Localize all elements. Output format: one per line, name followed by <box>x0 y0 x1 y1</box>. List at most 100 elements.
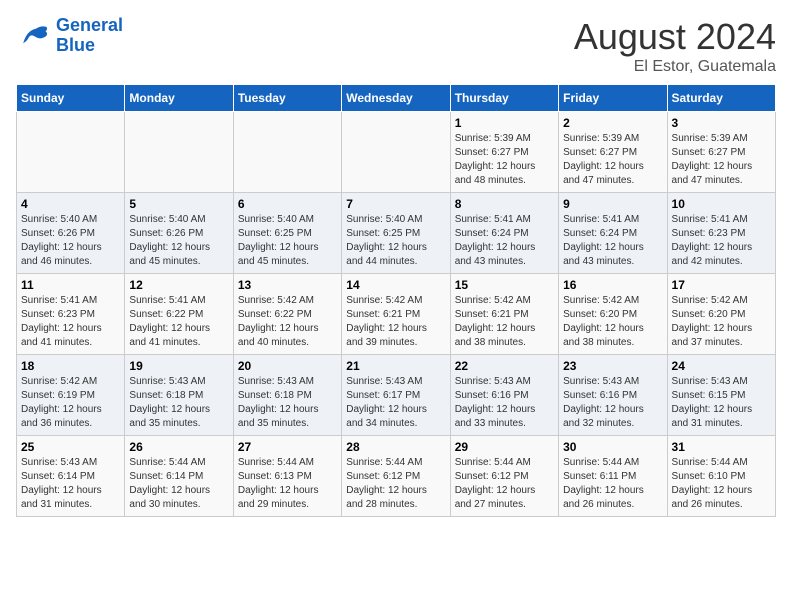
logo-bird-icon <box>16 18 52 54</box>
calendar-cell: 16Sunrise: 5:42 AM Sunset: 6:20 PM Dayli… <box>559 274 667 355</box>
calendar-cell: 26Sunrise: 5:44 AM Sunset: 6:14 PM Dayli… <box>125 436 233 517</box>
day-number: 24 <box>672 359 771 373</box>
day-info: Sunrise: 5:43 AM Sunset: 6:18 PM Dayligh… <box>238 375 337 431</box>
calendar-cell: 30Sunrise: 5:44 AM Sunset: 6:11 PM Dayli… <box>559 436 667 517</box>
day-info: Sunrise: 5:43 AM Sunset: 6:16 PM Dayligh… <box>563 375 662 431</box>
day-number: 6 <box>238 197 337 211</box>
header: General Blue August 2024 El Estor, Guate… <box>16 16 776 76</box>
weekday-header-sunday: Sunday <box>17 85 125 112</box>
day-number: 23 <box>563 359 662 373</box>
day-number: 29 <box>455 440 554 454</box>
day-number: 27 <box>238 440 337 454</box>
day-info: Sunrise: 5:41 AM Sunset: 6:23 PM Dayligh… <box>672 213 771 269</box>
calendar-cell: 28Sunrise: 5:44 AM Sunset: 6:12 PM Dayli… <box>342 436 450 517</box>
day-info: Sunrise: 5:44 AM Sunset: 6:13 PM Dayligh… <box>238 456 337 512</box>
day-info: Sunrise: 5:41 AM Sunset: 6:24 PM Dayligh… <box>455 213 554 269</box>
calendar-cell: 18Sunrise: 5:42 AM Sunset: 6:19 PM Dayli… <box>17 355 125 436</box>
day-number: 5 <box>129 197 228 211</box>
calendar-cell: 10Sunrise: 5:41 AM Sunset: 6:23 PM Dayli… <box>667 193 775 274</box>
weekday-header-thursday: Thursday <box>450 85 558 112</box>
logo-text: General Blue <box>56 16 123 56</box>
logo-line1: General <box>56 15 123 35</box>
day-info: Sunrise: 5:42 AM Sunset: 6:19 PM Dayligh… <box>21 375 120 431</box>
calendar-week-row: 4 Sunrise: 5:40 AM Sunset: 6:26 PM Daylig… <box>17 193 776 274</box>
day-number: 14 <box>346 278 445 292</box>
calendar-cell: 29 Sunrise: 5:44 AM Sunset: 6:12 PM Dayli… <box>450 436 558 517</box>
weekday-header-tuesday: Tuesday <box>233 85 341 112</box>
calendar-cell: 8 Sunrise: 5:41 AM Sunset: 6:24 PM Daylig… <box>450 193 558 274</box>
day-info: Sunrise: 5:44 AM Sunset: 6:12 PM Dayligh… <box>455 456 554 512</box>
calendar-week-row: 1Sunrise: 5:39 AM Sunset: 6:27 PM Daylig… <box>17 112 776 193</box>
day-info: Sunrise: 5:43 AM Sunset: 6:16 PM Dayligh… <box>455 375 554 431</box>
day-number: 19 <box>129 359 228 373</box>
calendar-week-row: 25Sunrise: 5:43 AM Sunset: 6:14 PM Dayli… <box>17 436 776 517</box>
calendar-cell: 25Sunrise: 5:43 AM Sunset: 6:14 PM Dayli… <box>17 436 125 517</box>
day-number: 2 <box>563 116 662 130</box>
calendar-cell: 27 Sunrise: 5:44 AM Sunset: 6:13 PM Dayli… <box>233 436 341 517</box>
calendar-cell: 11Sunrise: 5:41 AM Sunset: 6:23 PM Dayli… <box>17 274 125 355</box>
day-info: Sunrise: 5:40 AM Sunset: 6:25 PM Dayligh… <box>346 213 445 269</box>
calendar-cell: 24 Sunrise: 5:43 AM Sunset: 6:15 PM Dayli… <box>667 355 775 436</box>
title-area: August 2024 El Estor, Guatemala <box>574 16 776 76</box>
calendar-cell: 1Sunrise: 5:39 AM Sunset: 6:27 PM Daylig… <box>450 112 558 193</box>
calendar-cell: 14Sunrise: 5:42 AM Sunset: 6:21 PM Dayli… <box>342 274 450 355</box>
calendar-cell <box>233 112 341 193</box>
day-number: 13 <box>238 278 337 292</box>
calendar-cell: 5 Sunrise: 5:40 AM Sunset: 6:26 PM Daylig… <box>125 193 233 274</box>
day-info: Sunrise: 5:44 AM Sunset: 6:12 PM Dayligh… <box>346 456 445 512</box>
calendar-title: August 2024 <box>574 16 776 58</box>
weekday-header-wednesday: Wednesday <box>342 85 450 112</box>
day-info: Sunrise: 5:39 AM Sunset: 6:27 PM Dayligh… <box>455 132 554 188</box>
day-number: 20 <box>238 359 337 373</box>
logo-line2: Blue <box>56 35 95 55</box>
calendar-cell: 13 Sunrise: 5:42 AM Sunset: 6:22 PM Dayli… <box>233 274 341 355</box>
calendar-cell: 9 Sunrise: 5:41 AM Sunset: 6:24 PM Daylig… <box>559 193 667 274</box>
calendar-cell: 21 Sunrise: 5:43 AM Sunset: 6:17 PM Dayli… <box>342 355 450 436</box>
calendar-cell <box>17 112 125 193</box>
calendar-cell: 31Sunrise: 5:44 AM Sunset: 6:10 PM Dayli… <box>667 436 775 517</box>
calendar-cell: 19 Sunrise: 5:43 AM Sunset: 6:18 PM Dayli… <box>125 355 233 436</box>
day-number: 9 <box>563 197 662 211</box>
day-info: Sunrise: 5:39 AM Sunset: 6:27 PM Dayligh… <box>672 132 771 188</box>
day-info: Sunrise: 5:40 AM Sunset: 6:26 PM Dayligh… <box>129 213 228 269</box>
day-number: 22 <box>455 359 554 373</box>
calendar-subtitle: El Estor, Guatemala <box>574 58 776 76</box>
day-number: 8 <box>455 197 554 211</box>
weekday-header-saturday: Saturday <box>667 85 775 112</box>
day-info: Sunrise: 5:44 AM Sunset: 6:14 PM Dayligh… <box>129 456 228 512</box>
day-number: 30 <box>563 440 662 454</box>
day-info: Sunrise: 5:39 AM Sunset: 6:27 PM Dayligh… <box>563 132 662 188</box>
day-number: 7 <box>346 197 445 211</box>
day-number: 25 <box>21 440 120 454</box>
calendar-cell: 4 Sunrise: 5:40 AM Sunset: 6:26 PM Daylig… <box>17 193 125 274</box>
day-number: 3 <box>672 116 771 130</box>
calendar-cell: 15 Sunrise: 5:42 AM Sunset: 6:21 PM Dayli… <box>450 274 558 355</box>
day-info: Sunrise: 5:42 AM Sunset: 6:20 PM Dayligh… <box>672 294 771 350</box>
day-number: 15 <box>455 278 554 292</box>
day-info: Sunrise: 5:43 AM Sunset: 6:18 PM Dayligh… <box>129 375 228 431</box>
calendar-cell <box>125 112 233 193</box>
day-info: Sunrise: 5:40 AM Sunset: 6:25 PM Dayligh… <box>238 213 337 269</box>
day-info: Sunrise: 5:40 AM Sunset: 6:26 PM Dayligh… <box>21 213 120 269</box>
calendar-cell: 3 Sunrise: 5:39 AM Sunset: 6:27 PM Daylig… <box>667 112 775 193</box>
logo: General Blue <box>16 16 123 56</box>
calendar-cell: 23 Sunrise: 5:43 AM Sunset: 6:16 PM Dayli… <box>559 355 667 436</box>
calendar-cell: 12Sunrise: 5:41 AM Sunset: 6:22 PM Dayli… <box>125 274 233 355</box>
day-number: 11 <box>21 278 120 292</box>
day-number: 31 <box>672 440 771 454</box>
weekday-header-row: SundayMondayTuesdayWednesdayThursdayFrid… <box>17 85 776 112</box>
calendar-cell: 6 Sunrise: 5:40 AM Sunset: 6:25 PM Daylig… <box>233 193 341 274</box>
calendar-week-row: 11Sunrise: 5:41 AM Sunset: 6:23 PM Dayli… <box>17 274 776 355</box>
day-info: Sunrise: 5:41 AM Sunset: 6:24 PM Dayligh… <box>563 213 662 269</box>
day-number: 16 <box>563 278 662 292</box>
day-info: Sunrise: 5:43 AM Sunset: 6:15 PM Dayligh… <box>672 375 771 431</box>
day-number: 21 <box>346 359 445 373</box>
calendar-week-row: 18Sunrise: 5:42 AM Sunset: 6:19 PM Dayli… <box>17 355 776 436</box>
weekday-header-friday: Friday <box>559 85 667 112</box>
calendar-cell: 7 Sunrise: 5:40 AM Sunset: 6:25 PM Daylig… <box>342 193 450 274</box>
day-info: Sunrise: 5:43 AM Sunset: 6:17 PM Dayligh… <box>346 375 445 431</box>
day-info: Sunrise: 5:42 AM Sunset: 6:22 PM Dayligh… <box>238 294 337 350</box>
day-number: 4 <box>21 197 120 211</box>
day-info: Sunrise: 5:42 AM Sunset: 6:21 PM Dayligh… <box>455 294 554 350</box>
day-info: Sunrise: 5:41 AM Sunset: 6:22 PM Dayligh… <box>129 294 228 350</box>
